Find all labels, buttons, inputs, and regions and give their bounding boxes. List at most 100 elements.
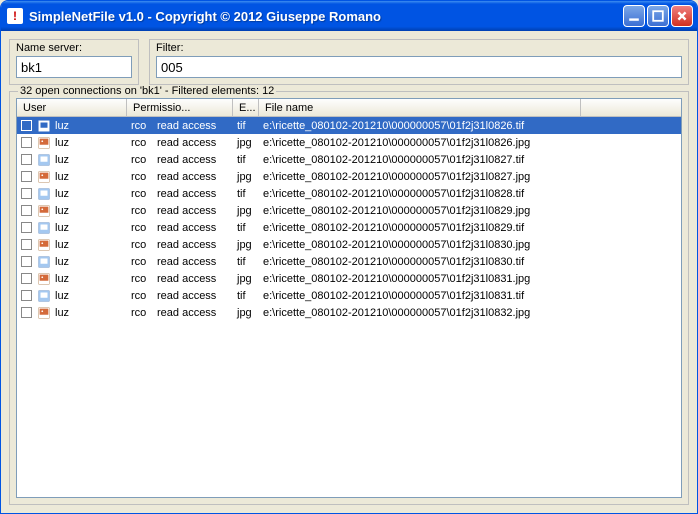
- filter-group: Filter:: [149, 39, 689, 85]
- list-group: 32 open connections on 'bk1' - Filtered …: [9, 91, 689, 505]
- row-checkbox[interactable]: [21, 239, 32, 250]
- row-checkbox[interactable]: [21, 290, 32, 301]
- name-server-input[interactable]: [16, 56, 132, 78]
- table-row[interactable]: luzrcoread accesstife:\ricette_080102-20…: [17, 253, 681, 270]
- column-headers: User Permissio... E... File name: [17, 99, 681, 117]
- cell-ext: tif: [233, 188, 259, 200]
- minimize-button[interactable]: [623, 5, 645, 27]
- close-button[interactable]: [671, 5, 693, 27]
- filter-label: Filter:: [156, 42, 682, 54]
- row-checkbox[interactable]: [21, 154, 32, 165]
- table-row[interactable]: luzrcoread accesstife:\ricette_080102-20…: [17, 151, 681, 168]
- header-user[interactable]: User: [17, 99, 127, 116]
- user-text: luz: [55, 239, 69, 251]
- row-checkbox[interactable]: [21, 307, 32, 318]
- cell-ext: tif: [233, 256, 259, 268]
- cell-permission: read access: [153, 239, 233, 251]
- cell-user2: rco: [127, 137, 153, 149]
- app-window: ! SimpleNetFile v1.0 - Copyright © 2012 …: [0, 0, 698, 514]
- titlebar[interactable]: ! SimpleNetFile v1.0 - Copyright © 2012 …: [1, 1, 697, 31]
- row-checkbox[interactable]: [21, 273, 32, 284]
- content-area: Name server: Filter: 32 open connections…: [1, 31, 697, 513]
- user-text: luz: [55, 256, 69, 268]
- cell-filename: e:\ricette_080102-201210\000000057\01f2j…: [259, 137, 681, 149]
- row-checkbox[interactable]: [21, 171, 32, 182]
- table-row[interactable]: luzrcoread accesstife:\ricette_080102-20…: [17, 219, 681, 236]
- row-checkbox[interactable]: [21, 222, 32, 233]
- table-row[interactable]: luzrcoread accesstife:\ricette_080102-20…: [17, 117, 681, 134]
- user-text: luz: [55, 307, 69, 319]
- cell-ext: jpg: [233, 171, 259, 183]
- jpg-file-icon: [37, 204, 51, 218]
- row-checkbox[interactable]: [21, 256, 32, 267]
- row-checkbox[interactable]: [21, 137, 32, 148]
- tif-file-icon: [37, 187, 51, 201]
- cell-filename: e:\ricette_080102-201210\000000057\01f2j…: [259, 188, 681, 200]
- maximize-button[interactable]: [647, 5, 669, 27]
- cell-user: luz: [17, 306, 127, 320]
- tif-file-icon: [37, 221, 51, 235]
- cell-user: luz: [17, 255, 127, 269]
- cell-user2: rco: [127, 205, 153, 217]
- tif-file-icon: [37, 255, 51, 269]
- table-row[interactable]: luzrcoread accessjpge:\ricette_080102-20…: [17, 304, 681, 321]
- cell-permission: read access: [153, 188, 233, 200]
- cell-filename: e:\ricette_080102-201210\000000057\01f2j…: [259, 256, 681, 268]
- cell-user: luz: [17, 136, 127, 150]
- cell-ext: jpg: [233, 273, 259, 285]
- cell-ext: jpg: [233, 239, 259, 251]
- cell-ext: jpg: [233, 205, 259, 217]
- cell-user2: rco: [127, 171, 153, 183]
- name-server-group: Name server:: [9, 39, 139, 85]
- cell-filename: e:\ricette_080102-201210\000000057\01f2j…: [259, 222, 681, 234]
- cell-filename: e:\ricette_080102-201210\000000057\01f2j…: [259, 205, 681, 217]
- header-permission[interactable]: Permissio...: [127, 99, 233, 116]
- window-buttons: [623, 5, 693, 27]
- cell-permission: read access: [153, 307, 233, 319]
- cell-permission: read access: [153, 205, 233, 217]
- cell-user2: rco: [127, 256, 153, 268]
- user-text: luz: [55, 137, 69, 149]
- cell-ext: jpg: [233, 137, 259, 149]
- cell-user: luz: [17, 187, 127, 201]
- cell-user2: rco: [127, 188, 153, 200]
- table-row[interactable]: luzrcoread accesstife:\ricette_080102-20…: [17, 185, 681, 202]
- app-icon: !: [7, 8, 23, 24]
- jpg-file-icon: [37, 238, 51, 252]
- row-checkbox[interactable]: [21, 205, 32, 216]
- cell-filename: e:\ricette_080102-201210\000000057\01f2j…: [259, 154, 681, 166]
- table-row[interactable]: luzrcoread accessjpge:\ricette_080102-20…: [17, 236, 681, 253]
- user-text: luz: [55, 273, 69, 285]
- cell-user2: rco: [127, 290, 153, 302]
- jpg-file-icon: [37, 272, 51, 286]
- filter-row: Name server: Filter:: [9, 39, 689, 85]
- row-checkbox[interactable]: [21, 120, 32, 131]
- cell-user2: rco: [127, 307, 153, 319]
- table-row[interactable]: luz rcoread accessjpge:\ricette_080102-20…: [17, 202, 681, 219]
- cell-permission: read access: [153, 273, 233, 285]
- cell-filename: e:\ricette_080102-201210\000000057\01f2j…: [259, 120, 681, 132]
- cell-permission: read access: [153, 222, 233, 234]
- table-row[interactable]: luzrcoread accessjpge:\ricette_080102-20…: [17, 134, 681, 151]
- listview[interactable]: User Permissio... E... File name luzrcor…: [16, 98, 682, 498]
- row-checkbox[interactable]: [21, 188, 32, 199]
- cell-user: luz: [17, 119, 127, 133]
- table-row[interactable]: luzrcoread accesstife:\ricette_080102-20…: [17, 287, 681, 304]
- user-text: luz: [55, 290, 69, 302]
- header-filename[interactable]: File name: [259, 99, 581, 116]
- jpg-file-icon: [37, 306, 51, 320]
- cell-permission: read access: [153, 171, 233, 183]
- user-text: luz: [55, 171, 69, 183]
- cell-ext: tif: [233, 120, 259, 132]
- table-row[interactable]: luzrcoread accessjpge:\ricette_080102-20…: [17, 270, 681, 287]
- tif-file-icon: [37, 289, 51, 303]
- user-text: luz: [55, 205, 69, 217]
- table-row[interactable]: luzrcoread accessjpge:\ricette_080102-20…: [17, 168, 681, 185]
- user-text: luz: [55, 120, 69, 132]
- rows-container: luzrcoread accesstife:\ricette_080102-20…: [17, 117, 681, 497]
- cell-user2: rco: [127, 239, 153, 251]
- cell-ext: tif: [233, 154, 259, 166]
- header-ext[interactable]: E...: [233, 99, 259, 116]
- filter-input[interactable]: [156, 56, 682, 78]
- cell-user: luz: [17, 221, 127, 235]
